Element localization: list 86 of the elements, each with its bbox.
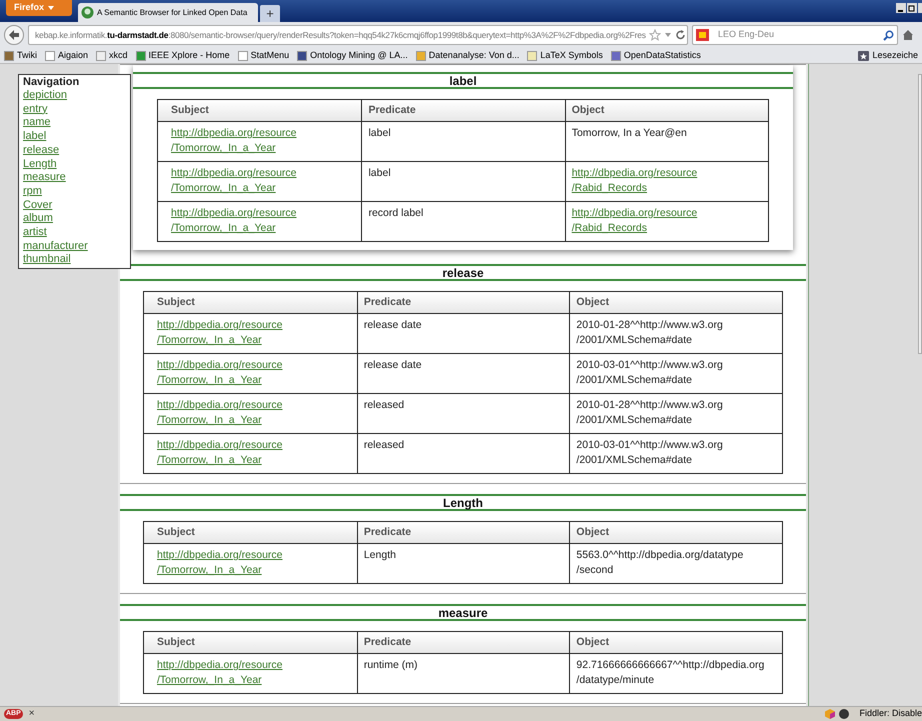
table-cell-text: released (364, 438, 404, 453)
table-cell-text: release date (364, 358, 422, 373)
bookmark-item[interactable]: IEEE Xplore - Home (136, 48, 230, 62)
firefox-menu-button[interactable]: Firefox (6, 0, 72, 16)
bookmark-item[interactable]: StatMenu (238, 48, 290, 62)
search-engine-icon[interactable] (696, 29, 709, 41)
section-title: measure (438, 604, 488, 622)
column-header: Predicate (357, 292, 570, 314)
bookmark-icon (527, 50, 538, 60)
bookmark-item[interactable]: xkcd (96, 48, 128, 62)
browser-tab[interactable]: A Semantic Browser for Linked Open Data (78, 3, 258, 22)
navigation-link[interactable]: release (23, 144, 60, 158)
address-bar[interactable]: kebap.ke.informatik.tu-darmstadt.de:8080/semantic-browser/query/renderResults?token=hqq54k27k6cmqj6ffop1999t8b&querytext=http%3A%2F%2Fdbpedia.org%2Fres (28, 25, 688, 45)
bookmark-icon (238, 50, 248, 60)
bookmark-item[interactable]: LaTeX Symbols (527, 48, 603, 62)
table-cell-text: 2010-01-28^^http://www.w3.org /2001/XMLSchema#date (576, 318, 723, 348)
column-header: Subject (158, 100, 362, 122)
column-header: Subject (144, 632, 358, 654)
bookmark-icon (610, 50, 621, 60)
table-cell-text: record label (368, 206, 424, 221)
bookmark-icon (136, 50, 146, 60)
search-icon[interactable] (883, 30, 894, 40)
table-cell-text: 5563.0^^http://dbpedia.org/datatype /second (576, 548, 744, 578)
star-icon[interactable] (648, 29, 661, 41)
caret-icon (48, 6, 54, 10)
bookmark-item[interactable]: Aigaion (45, 48, 88, 62)
bookmark-icon (96, 50, 106, 60)
column-header: Object (570, 632, 782, 654)
cube-icon (825, 709, 836, 719)
navigation-link[interactable]: depiction (23, 89, 68, 103)
table-cell-text: Length (364, 548, 396, 563)
navigation-link[interactable]: artist (23, 226, 47, 240)
table-cell-text: 2010-03-01^^http://www.w3.org /2001/XMLSchema#date (576, 358, 723, 388)
back-icon[interactable] (4, 25, 24, 45)
search-field[interactable]: LEO Eng-Deu (692, 25, 898, 45)
table-cell-text: released (364, 398, 404, 413)
new-tab-button[interactable]: + (260, 5, 280, 22)
reload-icon[interactable] (674, 29, 686, 41)
table-cell-text: runtime (m) (364, 658, 418, 673)
fiddler-status[interactable]: Fiddler: Disable (859, 707, 922, 721)
column-header: Subject (144, 522, 358, 544)
table-cell-text: label (368, 166, 391, 181)
column-header: Object (570, 292, 782, 314)
restore-icon[interactable] (907, 3, 917, 13)
navigation-link[interactable]: measure (23, 171, 66, 185)
table-cell-text: Tomorrow, In a Year@en (572, 126, 687, 141)
column-header: Predicate (357, 632, 570, 654)
section-title: label (449, 72, 477, 90)
table-cell-text: 2010-03-01^^http://www.w3.org /2001/XMLSchema#date (576, 438, 723, 468)
bookmark-icon (297, 50, 308, 60)
navigation-link[interactable]: Cover (23, 198, 52, 212)
site-icon (81, 6, 94, 19)
scrollbar[interactable] (918, 74, 922, 354)
navigation-link[interactable]: rpm (23, 184, 42, 199)
section-title: Length (443, 494, 483, 512)
section-title: release (442, 264, 484, 282)
navigation-link[interactable]: entry (23, 102, 48, 116)
sphere-icon (839, 709, 850, 719)
bookmark-icon (416, 50, 426, 60)
home-icon[interactable] (902, 29, 914, 41)
navigation-link[interactable]: name (23, 116, 51, 130)
bookmark-item[interactable]: Datenanalyse: Von d... (416, 48, 520, 62)
navigation-link[interactable]: album (23, 212, 53, 226)
bookmark-item[interactable]: Ontology Mining @ LA... (297, 48, 408, 62)
column-header: Object (570, 522, 782, 544)
navigation-heading: Navigation (23, 76, 80, 89)
column-header: Object (565, 100, 768, 122)
column-header: Subject (144, 292, 358, 314)
navigation-link[interactable]: Length (23, 158, 57, 172)
table-cell-text: release date (364, 318, 422, 333)
navigation-link[interactable]: label (23, 130, 46, 144)
minimize-icon[interactable] (896, 3, 906, 13)
table-cell-text: 2010-01-28^^http://www.w3.org /2001/XMLSchema#date (576, 398, 723, 428)
navigation-link[interactable]: manufacturer (23, 240, 88, 254)
bookmarks-menu[interactable]: Lesezeiche (858, 48, 918, 62)
bookmark-star-icon (858, 50, 870, 60)
table-cell-text: 92.71666666666667^^http://dbpedia.org /datatype/minute (576, 658, 764, 688)
column-header: Predicate (357, 522, 570, 544)
navigation-link[interactable]: thumbnail (23, 253, 71, 268)
bookmark-icon (4, 50, 14, 60)
table-cell-text: label (368, 126, 391, 141)
bookmark-icon (45, 50, 55, 60)
bookmark-item[interactable]: OpenDataStatistics (610, 48, 701, 62)
bookmark-item[interactable]: Twiki (4, 48, 37, 62)
close-button[interactable]: × (28, 709, 35, 719)
column-header: Predicate (362, 100, 566, 122)
